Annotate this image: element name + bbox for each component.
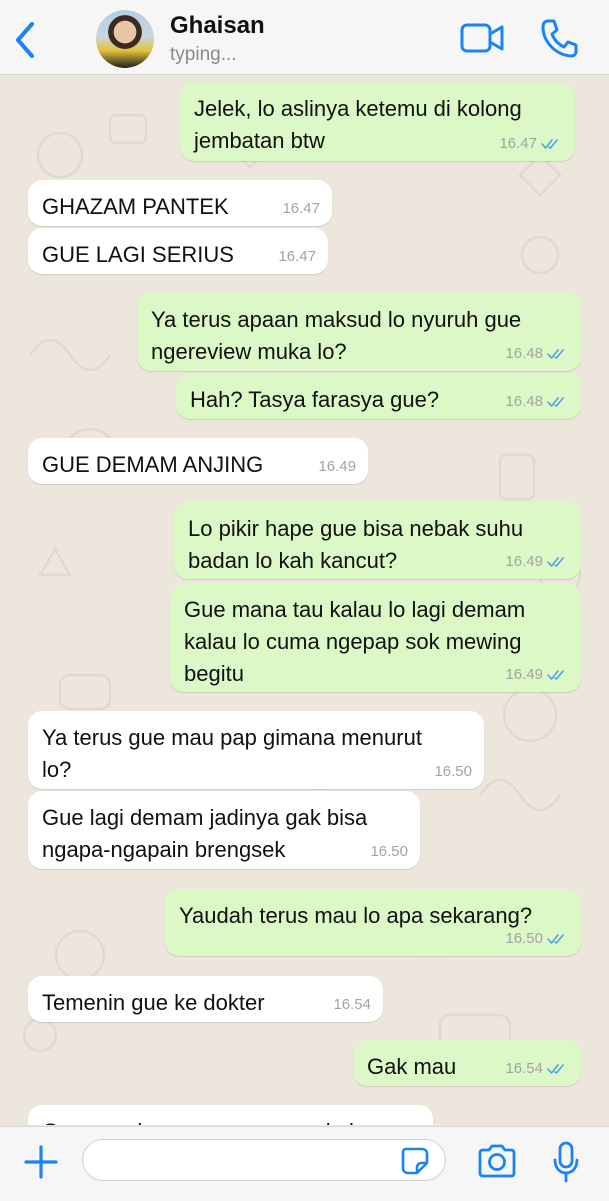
message-input[interactable]: [82, 1139, 446, 1181]
message-time: 16.54: [505, 1060, 543, 1077]
message-time: 16.47: [499, 135, 537, 152]
video-camera-icon[interactable]: [460, 20, 504, 56]
message-bubble-outgoing[interactable]: Gak mau 16.54: [353, 1040, 581, 1086]
double-check-icon: [547, 934, 564, 944]
double-check-icon: [547, 397, 564, 407]
message-time: 16.48: [505, 393, 543, 410]
message-text-line: Lo pikir hape gue bisa nebak suhu: [188, 516, 524, 541]
message-meta: 16.54: [505, 1060, 567, 1078]
message-time: 16.50: [505, 930, 543, 947]
message-meta: 16.49: [505, 553, 567, 571]
message-meta: 16.47: [499, 135, 561, 153]
message-text-line: Ya terus gue mau pap gimana menurut: [42, 725, 422, 750]
camera-icon[interactable]: [476, 1143, 518, 1179]
message-meta: 16.48: [505, 393, 567, 411]
double-check-icon: [547, 349, 564, 359]
message-time: 16.47: [278, 248, 316, 265]
message-composer-bar: [0, 1126, 609, 1201]
message-text-line: Gue lagi demam jadinya gak bisa: [42, 805, 368, 830]
message-text-line: ngapa-ngapain brengsek: [42, 837, 286, 862]
message-bubble-outgoing[interactable]: Ya terus apaan maksud lo nyuruh gue nger…: [137, 293, 581, 371]
message-bubble-incoming-partial[interactable]: Gue sungkan mau ngomong kalau: [28, 1105, 433, 1125]
message-text-line: Gue mana tau kalau lo lagi demam: [184, 597, 526, 622]
message-text-line: Ya terus apaan maksud lo nyuruh gue: [151, 307, 522, 332]
message-time: 16.50: [370, 843, 408, 860]
chat-area[interactable]: Jelek, lo aslinya ketemu di kolong jemba…: [0, 75, 609, 1125]
message-bubble-incoming[interactable]: Ya terus gue mau pap gimana menurut lo? …: [28, 711, 484, 789]
chat-header: Ghaisan typing...: [0, 0, 609, 75]
message-bubble-incoming[interactable]: GHAZAM PANTEK 16.47: [28, 180, 332, 226]
message-text-line: GUE DEMAM ANJING: [42, 452, 264, 477]
microphone-icon[interactable]: [552, 1141, 580, 1183]
message-bubble-outgoing[interactable]: Lo pikir hape gue bisa nebak suhu badan …: [174, 502, 581, 579]
message-bubble-outgoing[interactable]: Hah? Tasya farasya gue? 16.48: [176, 373, 581, 419]
message-time: 16.54: [333, 996, 371, 1013]
contact-name[interactable]: Ghaisan: [170, 12, 265, 40]
message-time: 16.50: [434, 763, 472, 780]
message-bubble-incoming[interactable]: GUE LAGI SERIUS 16.47: [28, 228, 328, 274]
message-bubble-incoming[interactable]: Temenin gue ke dokter 16.54: [28, 976, 383, 1022]
message-time: 16.49: [505, 666, 543, 683]
message-text-line: Jelek, lo aslinya ketemu di kolong: [194, 96, 522, 121]
plus-icon[interactable]: [22, 1143, 60, 1181]
message-time: 16.47: [282, 200, 320, 217]
message-bubble-outgoing[interactable]: Gue mana tau kalau lo lagi demam kalau l…: [170, 583, 581, 692]
message-time: 16.49: [505, 553, 543, 570]
double-check-icon: [547, 670, 564, 680]
message-text-line: kalau lo cuma ngepap sok mewing: [184, 629, 522, 654]
message-text-line: GUE LAGI SERIUS: [42, 242, 234, 267]
message-meta: 16.49: [318, 458, 356, 476]
message-bubble-outgoing[interactable]: Yaudah terus mau lo apa sekarang? 16.50: [165, 889, 581, 956]
message-bubble-incoming[interactable]: GUE DEMAM ANJING 16.49: [28, 438, 368, 484]
message-bubble-incoming[interactable]: Gue lagi demam jadinya gak bisa ngapa-ng…: [28, 791, 420, 869]
message-meta: 16.48: [505, 345, 567, 363]
message-text-line: GHAZAM PANTEK: [42, 194, 229, 219]
message-meta: 16.47: [278, 248, 316, 266]
message-meta: 16.50: [505, 930, 567, 948]
message-meta: 16.50: [434, 763, 472, 781]
double-check-icon: [547, 557, 564, 567]
chevron-left-icon[interactable]: [8, 18, 44, 62]
sticker-icon[interactable]: [400, 1146, 430, 1176]
contact-status: typing...: [170, 44, 237, 65]
double-check-icon: [547, 1064, 564, 1074]
phone-icon[interactable]: [540, 18, 578, 58]
message-text-line: Gue sungkan mau ngomong kalau: [42, 1116, 419, 1125]
double-check-icon: [541, 139, 558, 149]
message-text-line: lo?: [42, 757, 72, 782]
message-meta: 16.54: [333, 996, 371, 1014]
message-bubble-outgoing[interactable]: Jelek, lo aslinya ketemu di kolong jemba…: [180, 82, 575, 161]
message-text-line: Temenin gue ke dokter: [42, 990, 265, 1015]
message-meta: 16.50: [370, 843, 408, 861]
avatar[interactable]: [96, 10, 154, 68]
message-time: 16.49: [318, 458, 356, 475]
message-time: 16.48: [505, 345, 543, 362]
message-meta: 16.47: [282, 200, 320, 218]
message-meta: 16.49: [505, 666, 567, 684]
message-text-line: Yaudah terus mau lo apa sekarang?: [179, 903, 533, 928]
